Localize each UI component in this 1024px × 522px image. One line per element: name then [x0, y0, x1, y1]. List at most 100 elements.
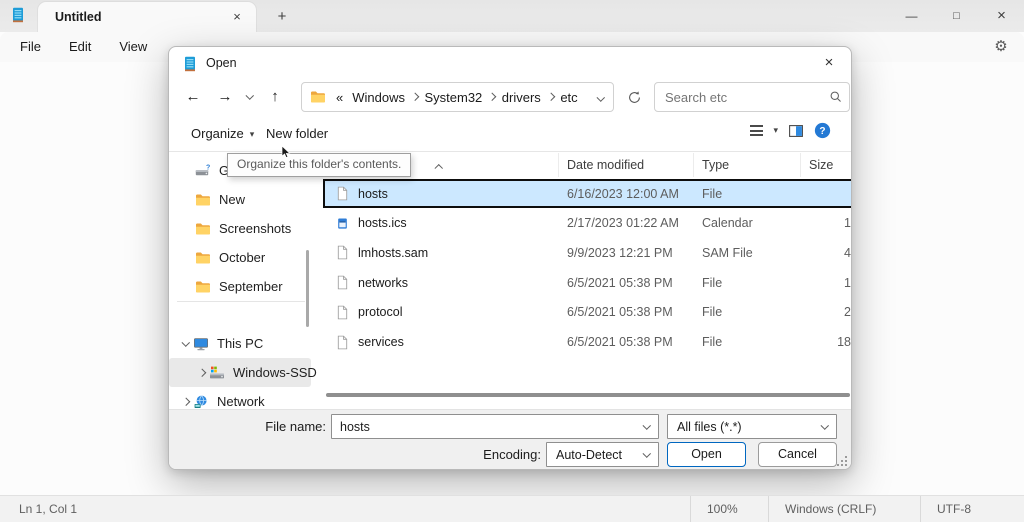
address-bar[interactable]: « Windows System32 drivers etc — [301, 82, 614, 112]
folder-icon — [195, 250, 211, 266]
help-icon: ? — [814, 122, 831, 139]
refresh-icon[interactable] — [621, 84, 647, 110]
encoding-chevron-icon — [636, 452, 658, 458]
search-input[interactable] — [655, 90, 823, 105]
file-row-protocol[interactable]: protocol6/5/2021 05:38 PMFile2 — [323, 298, 852, 327]
menu-item-edit[interactable]: Edit — [55, 32, 105, 62]
date-modified-cell: 6/5/2021 05:38 PM — [559, 335, 694, 349]
breadcrumb: Windows System32 drivers etc — [347, 90, 582, 105]
size-cell: 1 — [801, 276, 852, 290]
forward-button[interactable]: → — [211, 83, 239, 111]
date-modified-cell: 6/16/2023 12:00 AM — [559, 187, 694, 201]
file-row-services[interactable]: services6/5/2021 05:38 PMFile18 — [323, 328, 852, 357]
sort-ascending-icon — [436, 156, 442, 171]
file-name-cell: hosts.ics — [323, 216, 559, 231]
file-row-lmhosts-sam[interactable]: lmhosts.sam9/9/2023 12:21 PMSAM File4 — [323, 238, 852, 267]
cancel-button[interactable]: Cancel — [758, 442, 837, 467]
sidebar-item-windows-ssd[interactable]: Windows-SSD — [169, 358, 311, 387]
sidebar-item-label: Network — [217, 394, 265, 409]
maximize-button[interactable]: □ — [934, 0, 979, 32]
folder-icon — [195, 192, 211, 208]
chevron-down-icon[interactable] — [179, 341, 193, 347]
sidebar-item-screenshots[interactable]: Screenshots — [169, 214, 311, 243]
help-icon[interactable]: ? — [814, 122, 831, 139]
breadcrumb-chevron-icon[interactable] — [547, 93, 555, 101]
new-tab-button[interactable]: + — [272, 7, 292, 27]
file-name-text: services — [358, 335, 404, 349]
menu-item-file[interactable]: File — [6, 32, 55, 62]
close-button[interactable]: × — [979, 0, 1024, 32]
recent-locations-chevron-icon[interactable] — [241, 83, 259, 111]
file-name-cell: services — [323, 335, 559, 350]
file-name-input[interactable] — [332, 420, 636, 434]
settings-gear-icon[interactable]: ⚙ — [986, 32, 1016, 62]
file-name-text: lmhosts.sam — [358, 246, 428, 260]
address-dropdown-chevron-icon[interactable] — [598, 90, 604, 105]
breadcrumb-segment-etc[interactable]: etc — [555, 90, 582, 105]
breadcrumb-chevron-icon[interactable] — [411, 93, 419, 101]
sidebar-item-this-pc[interactable]: This PC — [169, 329, 311, 358]
folder-icon — [310, 89, 326, 105]
column-header-date-modified[interactable]: Date modified — [559, 153, 694, 177]
encoding-dropdown[interactable]: Auto-Detect — [546, 442, 659, 467]
organize-tooltip: Organize this folder's contents. — [227, 153, 411, 177]
folder-icon — [310, 89, 326, 105]
folder-icon — [195, 221, 211, 237]
view-mode-dropdown-icon[interactable]: ▾ — [773, 125, 778, 136]
folder-icon — [195, 192, 211, 208]
file-name-cell: protocol — [323, 305, 559, 320]
horizontal-scrollbar[interactable] — [326, 393, 850, 397]
organize-dropdown-icon: ▾ — [250, 129, 255, 139]
file-type-dropdown[interactable]: All files (*.*) — [667, 414, 837, 439]
network-icon — [193, 394, 209, 410]
organize-button[interactable]: Organize▾ — [191, 123, 254, 145]
tab-untitled[interactable]: Untitled × — [38, 2, 256, 32]
file-name-chevron-icon[interactable] — [636, 424, 658, 430]
file-icon — [335, 186, 350, 201]
breadcrumb-chevron-icon[interactable] — [488, 93, 496, 101]
view-mode-icon[interactable] — [750, 125, 763, 136]
refresh-icon — [627, 90, 642, 105]
file-row-networks[interactable]: networks6/5/2021 05:38 PMFile1 — [323, 268, 852, 297]
folder-icon — [195, 221, 211, 237]
sidebar-item-october[interactable]: October — [169, 243, 311, 272]
calendar-icon — [335, 216, 350, 231]
sidebar-item-label: This PC — [217, 336, 263, 351]
breadcrumb-segment-drivers[interactable]: drivers — [497, 90, 546, 105]
column-header-type[interactable]: Type — [694, 153, 801, 177]
sidebar-item-new[interactable]: New — [169, 185, 311, 214]
open-button[interactable]: Open — [667, 442, 746, 467]
sidebar-item-label: September — [219, 279, 283, 294]
breadcrumb-segment-windows[interactable]: Windows — [347, 90, 410, 105]
date-modified-cell: 6/5/2021 05:38 PM — [559, 305, 694, 319]
file-row-hosts-ics[interactable]: hosts.ics2/17/2023 01:22 AMCalendar1 — [323, 209, 852, 238]
breadcrumb-segment-system32[interactable]: System32 — [419, 90, 487, 105]
dialog-title: Open — [206, 47, 237, 79]
notepad-icon — [10, 7, 28, 25]
encoding-label: Encoding: — [449, 442, 541, 467]
column-header-size[interactable]: Size — [801, 153, 852, 177]
back-button[interactable]: ← — [179, 83, 207, 111]
file-icon — [335, 275, 350, 290]
menu-item-view[interactable]: View — [105, 32, 161, 62]
tab-close-icon[interactable]: × — [228, 8, 246, 26]
file-icon — [335, 335, 350, 350]
chevron-right-icon[interactable] — [195, 370, 209, 376]
preview-pane-icon[interactable] — [788, 123, 804, 139]
file-name-text: hosts — [358, 187, 388, 201]
file-row-hosts[interactable]: hosts6/16/2023 12:00 AMFile — [323, 179, 852, 208]
up-button[interactable]: ↑ — [261, 83, 289, 111]
resize-grip[interactable] — [845, 456, 847, 458]
windows-drive-icon — [209, 365, 225, 381]
caret-position: Ln 1, Col 1 — [0, 502, 77, 516]
minimize-button[interactable]: — — [889, 0, 934, 32]
breadcrumb-overflow[interactable]: « — [332, 90, 347, 105]
dialog-close-icon[interactable]: × — [817, 52, 841, 74]
sidebar-item-september[interactable]: September — [169, 272, 311, 301]
chevron-right-icon[interactable] — [179, 399, 193, 405]
file-list: NameDate modifiedTypeSize hosts6/16/2023… — [323, 153, 852, 409]
status-zoom: 100% — [690, 496, 768, 522]
new-folder-button[interactable]: New folder — [266, 123, 328, 145]
sidebar-scrollbar[interactable] — [306, 250, 309, 327]
sidebar-item-label: Screenshots — [219, 221, 291, 236]
